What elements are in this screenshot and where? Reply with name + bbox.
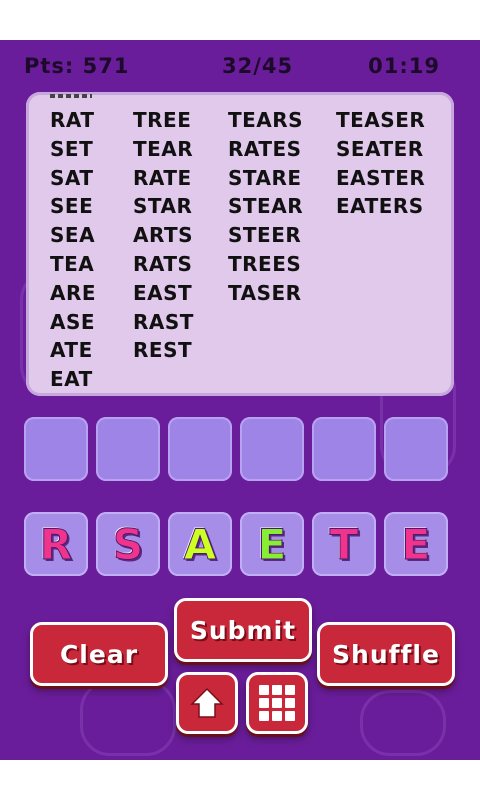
tile-letter: E	[257, 519, 287, 569]
answer-slots	[24, 417, 448, 481]
letter-tile[interactable]: E	[240, 512, 304, 576]
letter-tile[interactable]: T	[312, 512, 376, 576]
points-counter: Pts: 571	[24, 54, 130, 78]
found-word: TEA	[50, 251, 95, 276]
answer-slot[interactable]	[96, 417, 160, 481]
letter-tile[interactable]: R	[24, 512, 88, 576]
letter-tiles: RSAETE	[24, 512, 448, 576]
found-word: EAT	[50, 367, 93, 392]
found-word: STEER	[228, 223, 302, 248]
answer-slot[interactable]	[312, 417, 376, 481]
home-button[interactable]	[176, 672, 238, 734]
found-word: TEASER	[336, 108, 426, 132]
found-word: STAR	[133, 194, 193, 219]
home-icon	[190, 687, 224, 718]
found-word: EATERS	[336, 194, 424, 219]
found-word: SAT	[50, 165, 94, 190]
found-word: RATS	[133, 251, 193, 276]
found-word: STARE	[228, 165, 302, 190]
found-word: RAT	[50, 108, 95, 132]
answer-slot[interactable]	[24, 417, 88, 481]
words-column-3: TEARS RATES STARE STEAR STEER TREES TASER	[228, 106, 303, 308]
game-screen: Pts: 571 32/45 01:19 RAT SET SAT SEE SEA TEA A…	[0, 40, 480, 760]
found-word: ARE	[50, 280, 97, 305]
shuffle-button[interactable]: Shuffle	[317, 622, 455, 686]
letter-tile[interactable]: E	[384, 512, 448, 576]
found-word: TREES	[228, 251, 302, 276]
words-found-counter: 32/45	[222, 54, 294, 78]
found-word: SEA	[50, 223, 96, 248]
found-word: ASE	[50, 309, 96, 334]
found-word: SET	[50, 136, 94, 161]
tile-letter: A	[183, 519, 217, 569]
clear-button[interactable]: Clear	[30, 622, 168, 686]
tile-letter: T	[329, 519, 359, 569]
found-word: STEAR	[228, 194, 304, 219]
found-word: RATES	[228, 136, 302, 161]
found-word: TEAR	[133, 136, 194, 161]
found-word: EAST	[133, 280, 193, 305]
found-word: TEARS	[228, 108, 304, 132]
submit-button[interactable]: Submit	[174, 598, 312, 662]
background-doodle	[360, 690, 446, 756]
found-word: EASTER	[336, 165, 426, 190]
found-word: RAST	[133, 309, 194, 334]
found-word: TREE	[133, 108, 192, 132]
found-word: ATE	[50, 338, 93, 363]
level-select-button[interactable]	[246, 672, 308, 734]
found-word: SEE	[50, 194, 94, 219]
answer-slot[interactable]	[168, 417, 232, 481]
words-column-1: RAT SET SAT SEE SEA TEA ARE ASE ATE EAT	[50, 106, 96, 394]
found-word: RATE	[133, 165, 192, 190]
tile-letter: R	[39, 519, 73, 569]
found-word: TASER	[228, 280, 302, 305]
scroll-cut-indicator	[50, 94, 92, 98]
words-column-4: TEASER SEATER EASTER EATERS	[336, 106, 425, 221]
tile-letter: E	[401, 519, 431, 569]
grid-icon	[259, 685, 295, 721]
answer-slot[interactable]	[240, 417, 304, 481]
background-doodle	[80, 680, 176, 756]
found-word: ARTS	[133, 223, 194, 248]
answer-slot[interactable]	[384, 417, 448, 481]
letter-tile[interactable]: A	[168, 512, 232, 576]
found-words-panel[interactable]: RAT SET SAT SEE SEA TEA ARE ASE ATE EAT TREE TEAR R…	[26, 92, 454, 396]
tile-letter: S	[112, 519, 144, 569]
timer: 01:19	[368, 54, 440, 78]
words-column-2: TREE TEAR RATE STAR ARTS RATS EAST RAST REST	[133, 106, 194, 365]
found-word: REST	[133, 338, 193, 363]
found-word: SEATER	[336, 136, 424, 161]
letter-tile[interactable]: S	[96, 512, 160, 576]
